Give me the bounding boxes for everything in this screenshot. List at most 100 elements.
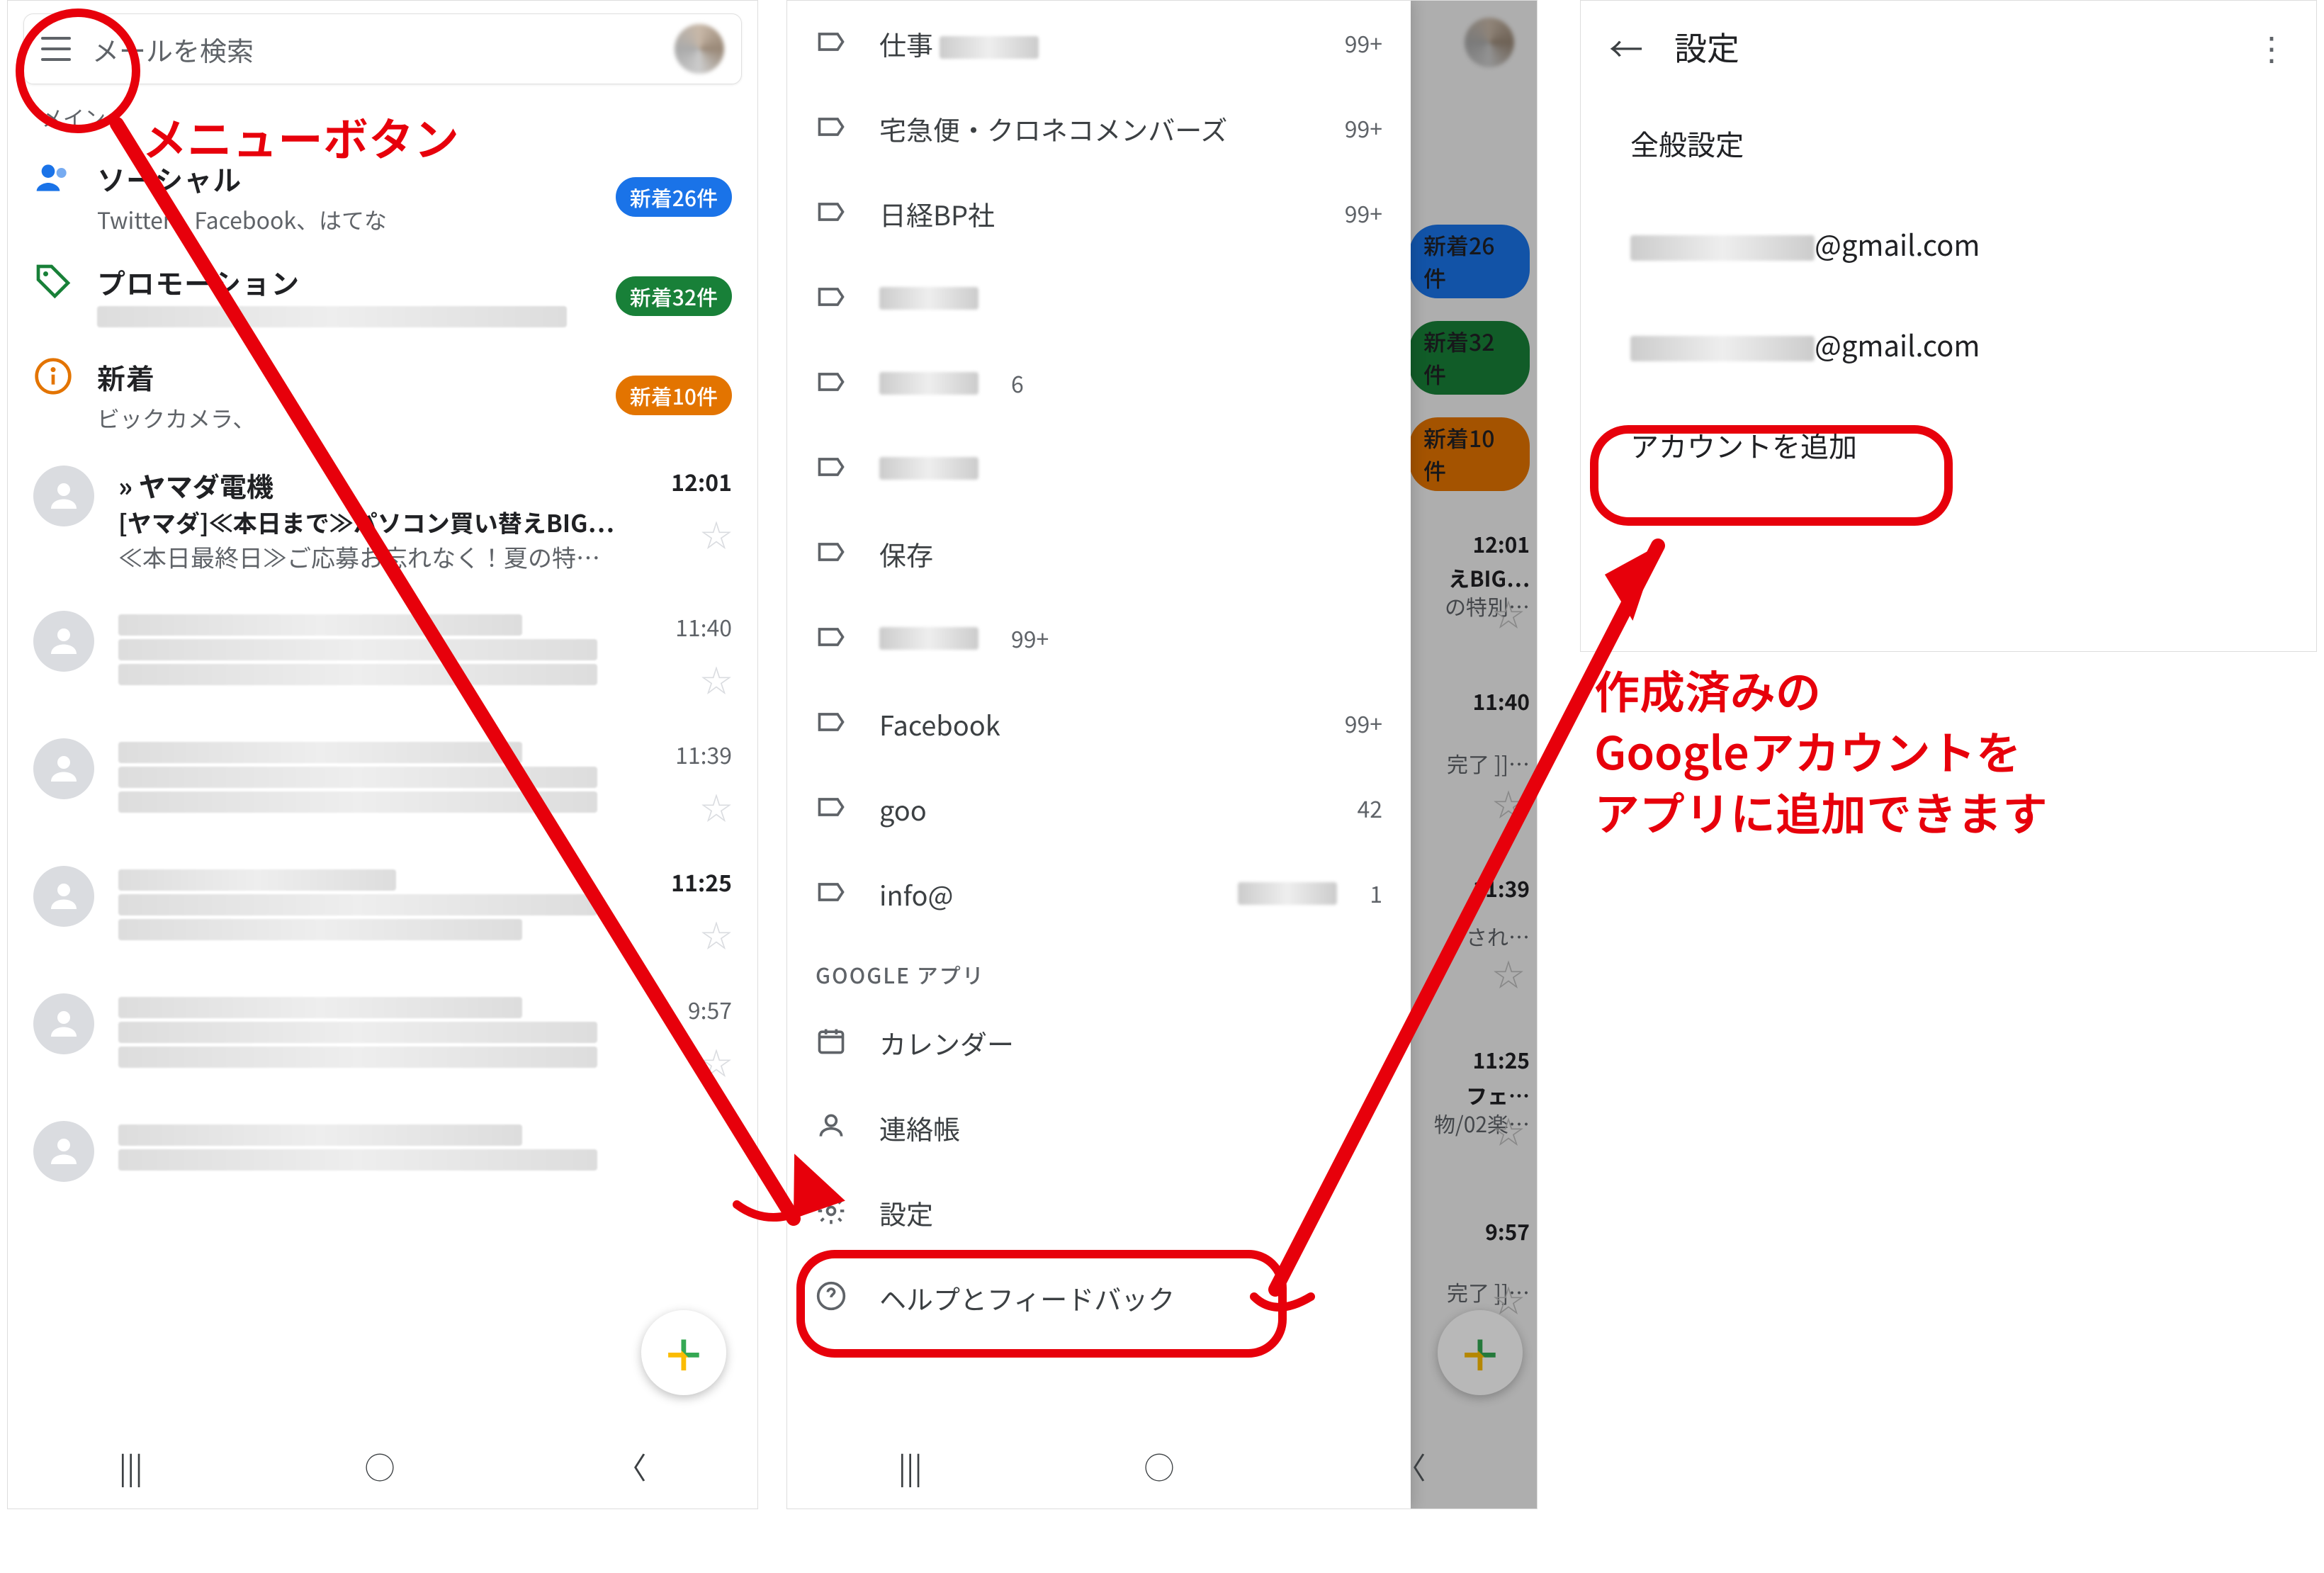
- drawer-app-calendar[interactable]: カレンダー: [787, 1000, 1411, 1085]
- label-icon: [816, 791, 847, 826]
- drawer-app-contacts[interactable]: 連絡帳: [787, 1085, 1411, 1170]
- category-subtitle: ビックカメラ、: [97, 402, 536, 434]
- primary-section-label: メイン: [8, 97, 757, 145]
- mail-item[interactable]: » ヤマダ電機 [ヤマダ]≪本日まで≫パソコン買い替えBIG… ≪本日最終日≫ご…: [8, 447, 757, 592]
- svg-text:アプリに追加できます: アプリに追加できます: [1594, 779, 2048, 844]
- label-icon: [816, 281, 847, 316]
- mail-subject: [ヤマダ]≪本日まで≫パソコン買い替えBIG…: [118, 504, 623, 539]
- settings-general[interactable]: 全般設定: [1581, 93, 2316, 193]
- mail-item[interactable]: 11:39☆: [8, 720, 757, 847]
- mail-snippet: ≪本日最終日≫ご応募お忘れなく！夏の特別…: [118, 539, 623, 574]
- category-social[interactable]: ソーシャル Twitter、Facebook、はてな 新着26件: [8, 145, 757, 249]
- star-icon[interactable]: ☆: [701, 911, 732, 957]
- drawer-label: 宅急便・クロネコメンバーズ: [879, 109, 1312, 148]
- settings-account[interactable]: @gmail.com: [1581, 193, 2316, 294]
- blurred-text: [879, 627, 978, 650]
- mail-item[interactable]: 11:25 ☆: [8, 847, 757, 975]
- drawer-label: 設定: [879, 1193, 1382, 1232]
- mail-time: 11:40: [675, 611, 732, 643]
- settings-appbar: ← 設定 ⋮: [1581, 1, 2316, 93]
- drawer-count: 99+: [1345, 27, 1382, 60]
- mail-item[interactable]: 9:57 ☆: [8, 975, 757, 1103]
- star-icon[interactable]: ☆: [701, 656, 732, 701]
- hamburger-icon[interactable]: [41, 37, 71, 61]
- star-icon[interactable]: ☆: [701, 511, 732, 556]
- drawer-label: 日経BP社: [879, 194, 1312, 233]
- drawer-label: Facebook: [879, 704, 1312, 743]
- scrim[interactable]: [1409, 1, 1537, 1509]
- category-subtitle: Twitter、Facebook、はてな: [97, 203, 536, 236]
- sender-avatar: [33, 466, 94, 526]
- label-icon: [816, 621, 847, 656]
- drawer-count: 99+: [1345, 707, 1382, 740]
- label-icon: [816, 111, 847, 146]
- blurred-text: [97, 306, 567, 327]
- search-bar[interactable]: メールを検索: [23, 13, 742, 84]
- blurred-text: [879, 372, 978, 395]
- blurred-text: [879, 287, 978, 310]
- blurred-text: [879, 457, 978, 480]
- drawer-label-item[interactable]: Facebook 99+: [787, 681, 1411, 766]
- sender-avatar: [33, 866, 94, 927]
- star-icon[interactable]: ☆: [701, 1039, 732, 1084]
- home-icon[interactable]: ◯: [365, 1445, 395, 1488]
- category-promotions[interactable]: プロモーション 新着32件: [8, 249, 757, 344]
- label-icon: [816, 536, 847, 571]
- back-icon[interactable]: 〈: [616, 1445, 646, 1488]
- recent-apps-icon[interactable]: |||: [898, 1445, 923, 1488]
- drawer-label-item[interactable]: goo42: [787, 766, 1411, 851]
- mail-time: 9:57: [688, 993, 732, 1026]
- drawer-label-item[interactable]: 保存: [787, 511, 1411, 596]
- gear-icon: [816, 1195, 847, 1230]
- drawer-count: 99+: [1345, 197, 1382, 230]
- settings-title: 設定: [1674, 23, 1739, 70]
- category-updates[interactable]: 新着 ビックカメラ、 新着10件: [8, 344, 757, 447]
- label-icon: [816, 366, 847, 401]
- contacts-icon: [816, 1110, 847, 1145]
- settings-add-account[interactable]: アカウントを追加: [1581, 395, 2316, 495]
- more-vert-icon[interactable]: ⋮: [2255, 23, 2288, 70]
- drawer-help[interactable]: ヘルプとフィードバック: [787, 1255, 1411, 1340]
- sender-avatar: [33, 611, 94, 672]
- drawer-label-item[interactable]: [787, 426, 1411, 511]
- back-icon[interactable]: 〈: [1396, 1445, 1426, 1488]
- drawer-label: 仕事: [879, 24, 1312, 63]
- mail-time: 11:25: [671, 866, 732, 898]
- settings-account[interactable]: @gmail.com: [1581, 294, 2316, 395]
- blurred-text: [1630, 235, 1815, 261]
- drawer-section-header: GOOGLE アプリ: [787, 936, 1411, 1000]
- badge-new: 新着26件: [616, 177, 732, 217]
- navigation-drawer: 仕事 99+宅急便・クロネコメンバーズ99+日経BP社99+6保存99+Face…: [787, 1, 1411, 1509]
- drawer-count: 99+: [1345, 112, 1382, 145]
- blurred-text: [1630, 336, 1815, 361]
- drawer-settings[interactable]: 設定: [787, 1170, 1411, 1255]
- drawer-label: 保存: [879, 534, 1350, 573]
- drawer-label-item[interactable]: [787, 256, 1411, 341]
- home-icon[interactable]: ◯: [1144, 1445, 1174, 1488]
- recent-apps-icon[interactable]: |||: [119, 1445, 143, 1488]
- drawer-label: goo: [879, 789, 1324, 828]
- drawer-label-item[interactable]: info@1: [787, 851, 1411, 936]
- label-icon: [816, 451, 847, 486]
- drawer-label-item[interactable]: 日経BP社 99+: [787, 171, 1411, 256]
- sender-avatar: [33, 1121, 94, 1182]
- drawer-label: カレンダー: [879, 1023, 1382, 1062]
- help-icon: [816, 1280, 847, 1315]
- mail-item[interactable]: 11:40 ☆: [8, 592, 757, 720]
- compose-fab[interactable]: ＋: [641, 1310, 726, 1395]
- back-arrow-icon[interactable]: ←: [1609, 22, 1643, 72]
- tag-icon: [33, 261, 73, 301]
- phone-inbox: メールを検索 メイン ソーシャル Twitter、Facebook、はてな 新着…: [7, 0, 758, 1509]
- plus-icon: ＋: [662, 1321, 706, 1385]
- account-avatar[interactable]: [675, 24, 724, 74]
- people-icon: [33, 158, 73, 198]
- drawer-label-item[interactable]: 99+: [787, 596, 1411, 681]
- star-icon[interactable]: ☆: [701, 784, 732, 829]
- drawer-label-item[interactable]: 仕事 99+: [787, 1, 1411, 86]
- drawer-label-item[interactable]: 6: [787, 341, 1411, 426]
- drawer-count: 99+: [1011, 622, 1049, 655]
- drawer-label-item[interactable]: 宅急便・クロネコメンバーズ 99+: [787, 86, 1411, 171]
- drawer-label: ヘルプとフィードバック: [879, 1278, 1382, 1317]
- mail-item[interactable]: [8, 1103, 757, 1200]
- drawer-count: 6: [1011, 367, 1024, 400]
